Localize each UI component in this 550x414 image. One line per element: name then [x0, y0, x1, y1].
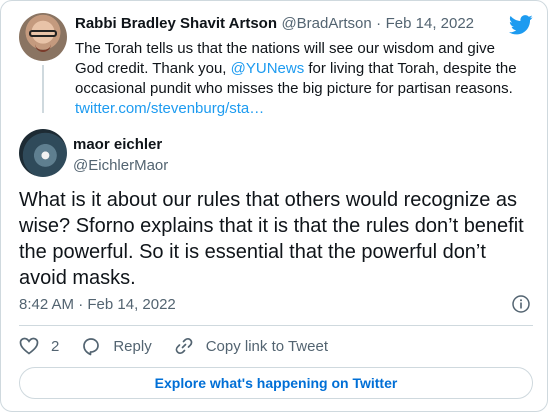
quoted-tweet-date[interactable]: Feb 14, 2022 — [386, 15, 474, 32]
author-name[interactable]: maor eichler — [73, 136, 162, 153]
quoted-author-name[interactable]: Rabbi Bradley Shavit Artson — [75, 15, 277, 32]
copy-link-action[interactable]: Copy link to Tweet — [174, 336, 328, 356]
avatar-brad-artson[interactable] — [19, 13, 67, 61]
heart-icon — [19, 337, 39, 355]
like-action[interactable]: 2 — [19, 337, 59, 355]
glasses-shape — [29, 30, 57, 37]
author-handle[interactable]: @EichlerMaor — [73, 157, 168, 174]
mention-link-yunews[interactable]: @YUNews — [231, 60, 305, 77]
link-icon — [175, 337, 193, 355]
quoted-author-handle[interactable]: @BradArtson — [281, 15, 371, 32]
explore-twitter-button[interactable]: Explore what's happening on Twitter — [19, 367, 533, 399]
divider — [19, 325, 533, 326]
twitter-bird-icon[interactable] — [509, 15, 533, 35]
copy-link-label: Copy link to Tweet — [205, 337, 328, 355]
tweet-text: What is it about our rules that others w… — [19, 189, 524, 289]
smile-shape — [35, 44, 51, 52]
quoted-tweet-url[interactable]: twitter.com/stevenburg/sta… — [75, 100, 264, 117]
info-icon[interactable] — [512, 295, 530, 313]
reply-bubble-icon — [83, 337, 100, 355]
reply-action[interactable]: Reply — [81, 337, 152, 356]
tweet-actions: 2 Reply Copy link to Tweet — [19, 336, 350, 356]
quoted-tweet-text: The Torah tells us that the nations will… — [75, 39, 525, 119]
reply-label: Reply — [113, 337, 152, 355]
quoted-tweet-header: Rabbi Bradley Shavit Artson @BradArtson … — [75, 15, 474, 33]
thread-connector-line — [42, 65, 44, 113]
like-count: 2 — [51, 337, 60, 355]
avatar-maor-eichler[interactable] — [19, 129, 67, 177]
tweet-timestamp[interactable]: 8:42 AM · Feb 14, 2022 — [19, 296, 176, 313]
embedded-tweet-card: Rabbi Bradley Shavit Artson @BradArtson … — [0, 0, 548, 412]
header-separator: · — [376, 15, 382, 32]
